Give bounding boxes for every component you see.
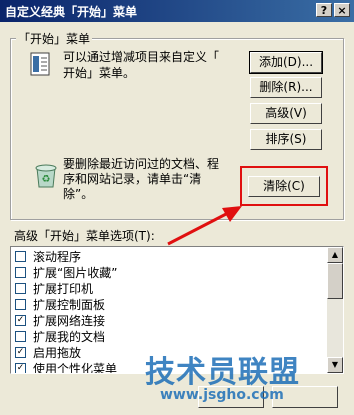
window-title: 自定义经典「开始」菜单: [5, 5, 138, 19]
checkbox[interactable]: [15, 347, 26, 358]
advanced-options-label: 高级「开始」菜单选项(T):: [14, 229, 155, 243]
description-line1: 可以通过增减项目来自定义「: [63, 50, 220, 64]
description-line2: 开始」菜单。: [63, 66, 136, 80]
scroll-up-icon[interactable]: ▲: [327, 247, 343, 263]
sort-button[interactable]: 排序(S): [250, 129, 322, 150]
help-button[interactable]: ?: [316, 3, 332, 17]
recycle-bin-icon: ♻: [35, 164, 57, 188]
watermark-url: www.jsgho.com: [160, 387, 284, 403]
checkbox[interactable]: [15, 251, 26, 262]
scroll-down-icon[interactable]: ▼: [327, 357, 343, 373]
checkbox[interactable]: [15, 283, 26, 294]
add-button[interactable]: 添加(D)...: [249, 51, 323, 74]
checkbox[interactable]: [15, 315, 26, 326]
start-menu-icon: [30, 52, 50, 76]
scrollbar[interactable]: ▲ ▼: [327, 247, 343, 373]
remove-button[interactable]: 删除(R)...: [250, 77, 322, 98]
advanced-button[interactable]: 高级(V): [250, 103, 322, 124]
checkbox[interactable]: [15, 267, 26, 278]
svg-text:♻: ♻: [42, 174, 51, 185]
clear-description-line3: 除”。: [63, 187, 94, 201]
close-button[interactable]: ×: [334, 3, 350, 17]
checkbox[interactable]: [15, 331, 26, 342]
red-arrow-icon: [167, 206, 242, 246]
scroll-thumb[interactable]: [327, 263, 343, 299]
watermark-logo: 技术员联盟: [145, 355, 300, 390]
clear-description-line1: 要删除最近访问过的文档、程: [63, 157, 220, 171]
highlight-box: [240, 166, 328, 206]
checkbox[interactable]: [15, 363, 26, 373]
title-bar: 自定义经典「开始」菜单 ? ×: [0, 0, 354, 22]
checkbox[interactable]: [15, 299, 26, 310]
clear-description-line2: 序和网站记录，请单击“清: [63, 172, 202, 186]
start-menu-legend: 「开始」菜单: [16, 30, 93, 47]
